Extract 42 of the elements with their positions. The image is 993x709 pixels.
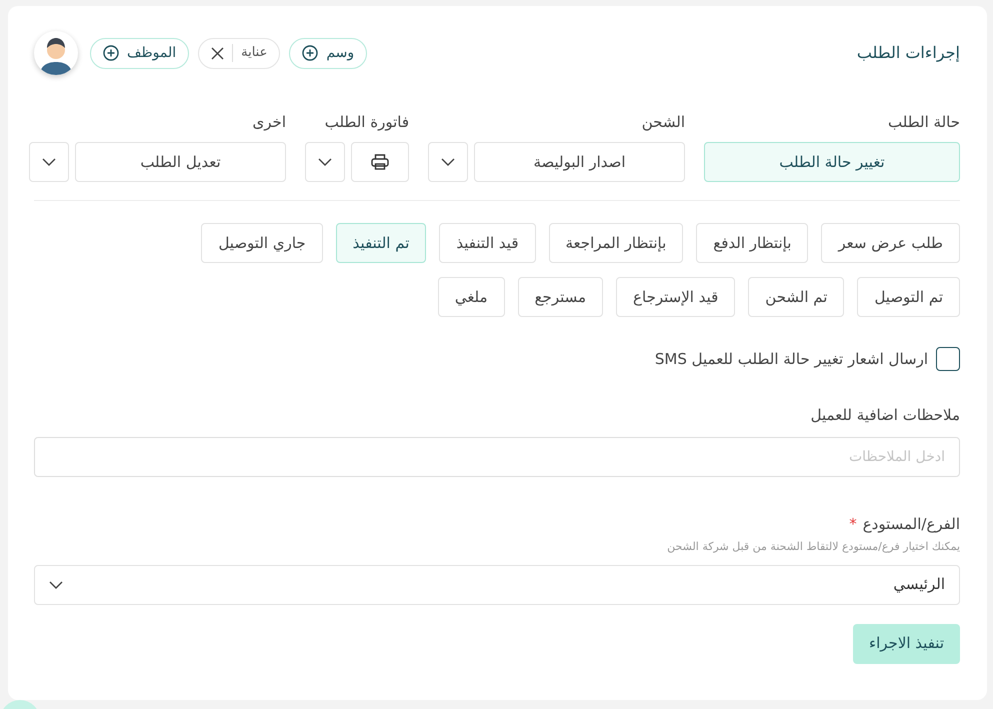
status-option[interactable]: بإنتظار المراجعة xyxy=(548,223,684,263)
status-option[interactable]: مسترجع xyxy=(518,277,604,317)
action-button[interactable]: تغيير حالة الطلب xyxy=(704,142,960,182)
checkbox-label: ارسال اشعار تغيير حالة الطلب للعميل SMS xyxy=(654,348,928,370)
field-label: ملاحظات اضافية للعميل xyxy=(810,405,960,426)
select-value: الرئيسي xyxy=(893,574,945,596)
status-option[interactable]: تم التوصيل xyxy=(857,277,960,317)
field-label: الفرع/المستودع xyxy=(862,514,960,535)
add-tag-button[interactable]: وسم xyxy=(289,38,368,68)
status-option[interactable]: تم الشحن xyxy=(748,277,844,317)
field-hint: يمكنك اختيار فرع/مستودع لالتقاط الشحنة من قبل شركة الشحن xyxy=(666,539,960,555)
chevron-down-icon xyxy=(318,158,332,166)
branch-select[interactable]: الرئيسي xyxy=(34,564,960,604)
notes-input[interactable]: ادخل الملاحظات xyxy=(34,436,960,476)
chevron-down-icon xyxy=(441,158,455,166)
status-option[interactable]: قيد التنفيذ xyxy=(439,223,536,263)
status-option[interactable]: بإنتظار الدفع xyxy=(696,223,808,263)
group-label: الشحن xyxy=(640,112,685,132)
chevron-down-icon xyxy=(49,580,63,588)
group-label: اخرى xyxy=(252,112,286,132)
action-button[interactable]: اصدار البوليصة xyxy=(474,142,685,182)
status-option[interactable]: قيد الإسترجاع xyxy=(616,277,736,317)
plus-circle-icon xyxy=(103,45,119,61)
status-option[interactable]: طلب عرض سعر xyxy=(821,223,960,263)
avatar[interactable] xyxy=(34,31,78,75)
submit-button[interactable]: تنفيذ الاجراء xyxy=(853,624,960,664)
group-label: حالة الطلب xyxy=(887,112,960,132)
tag-label: عناية xyxy=(241,44,268,62)
plus-circle-icon xyxy=(302,45,318,61)
chevron-down-icon xyxy=(42,158,56,166)
checkbox[interactable] xyxy=(936,347,960,371)
required-mark: * xyxy=(849,514,857,534)
add-tag-button[interactable]: الموظف xyxy=(90,38,190,68)
action-button[interactable]: تعديل الطلب xyxy=(75,142,286,182)
status-option[interactable]: جاري التوصيل xyxy=(201,223,323,263)
group-label: فاتورة الطلب xyxy=(324,112,409,132)
printer-icon xyxy=(371,154,389,170)
section-title: إجراءات الطلب xyxy=(856,42,960,64)
close-icon[interactable] xyxy=(211,46,224,60)
status-option[interactable]: ملغي xyxy=(438,277,505,317)
status-option[interactable]: تم التنفيذ xyxy=(336,223,426,263)
print-button[interactable] xyxy=(351,142,409,182)
